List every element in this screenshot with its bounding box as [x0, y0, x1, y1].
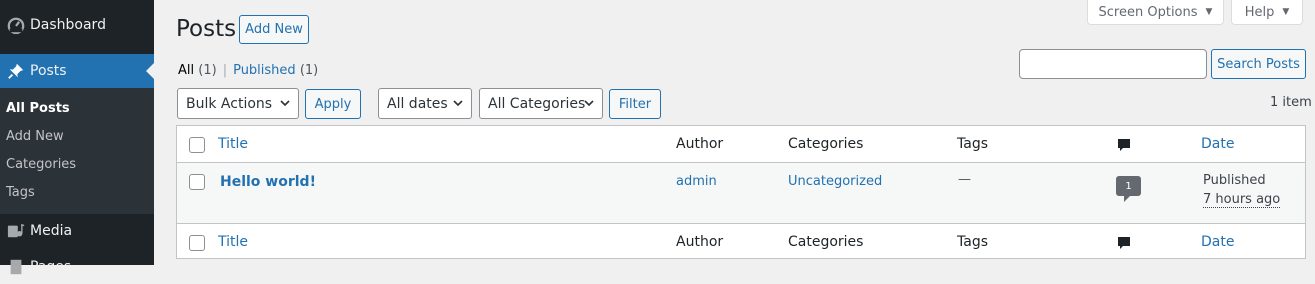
- post-status: Published: [1203, 173, 1266, 188]
- post-status-filter: All (1) | Published (1): [178, 63, 318, 78]
- column-header-author: Author: [676, 136, 724, 152]
- item-count: 1 item: [1270, 95, 1312, 110]
- sidebar-item-label: Dashboard: [30, 17, 106, 33]
- bulk-actions-select[interactable]: Bulk Actions: [177, 88, 299, 119]
- search-input[interactable]: [1019, 49, 1207, 79]
- caret-down-icon: ▼: [1205, 7, 1213, 17]
- page-title: Posts: [176, 16, 237, 42]
- table-footer-row: Title Author Categories Tags Date: [177, 223, 1305, 259]
- admin-sidebar: Dashboard Posts All Posts Add New Catego…: [0, 0, 154, 275]
- column-header-author: Author: [676, 234, 724, 250]
- search-posts-button[interactable]: Search Posts: [1211, 49, 1306, 79]
- sidebar-item-label: Pages: [30, 259, 72, 275]
- column-header-title[interactable]: Title: [218, 136, 248, 152]
- comment-count-bubble[interactable]: 1: [1116, 176, 1141, 202]
- dates-filter-value: All dates: [387, 95, 448, 112]
- post-date: 7 hours ago: [1203, 192, 1281, 208]
- dates-filter-select[interactable]: All dates: [378, 88, 472, 119]
- view-published-count: (1): [299, 63, 319, 78]
- screen-options-label: Screen Options: [1098, 4, 1198, 20]
- post-author-link[interactable]: admin: [676, 174, 717, 189]
- media-icon: [6, 221, 26, 241]
- submenu-item-all-posts[interactable]: All Posts: [6, 101, 70, 116]
- sidebar-item-pages[interactable]: Pages: [0, 250, 154, 284]
- column-header-categories: Categories: [788, 136, 864, 152]
- submenu-item-categories[interactable]: Categories: [6, 157, 76, 172]
- bulk-actions-value: Bulk Actions: [186, 95, 273, 112]
- view-all-link[interactable]: All: [178, 63, 194, 78]
- column-header-categories: Categories: [788, 234, 864, 250]
- post-tags: —: [958, 172, 971, 187]
- add-new-button[interactable]: Add New: [239, 15, 309, 44]
- filter-button[interactable]: Filter: [609, 89, 661, 119]
- view-all-count: (1): [198, 63, 217, 78]
- help-button[interactable]: Help ▼: [1231, 0, 1303, 25]
- caret-down-icon: ▼: [1282, 7, 1290, 17]
- dashboard-icon: [6, 15, 26, 35]
- submenu-item-tags[interactable]: Tags: [6, 185, 35, 200]
- submenu-item-add-new[interactable]: Add New: [6, 129, 64, 144]
- help-label: Help: [1244, 4, 1275, 20]
- view-separator: |: [222, 63, 228, 78]
- table-row: Hello world! admin Uncategorized — 1 Pub…: [177, 163, 1305, 223]
- posts-submenu: All Posts Add New Categories Tags: [0, 88, 154, 214]
- pushpin-icon: [6, 61, 26, 81]
- sidebar-item-dashboard[interactable]: Dashboard: [0, 8, 154, 42]
- post-title-link[interactable]: Hello world!: [220, 174, 316, 190]
- sidebar-item-label: Media: [30, 223, 73, 239]
- sidebar-item-media[interactable]: Media: [0, 214, 154, 248]
- select-all-checkbox[interactable]: [189, 137, 205, 153]
- posts-table: Title Author Categories Tags Date Hello …: [176, 125, 1306, 259]
- view-published-link[interactable]: Published: [233, 63, 296, 78]
- row-checkbox[interactable]: [189, 174, 205, 190]
- pages-icon: [6, 257, 26, 277]
- comments-icon[interactable]: [1117, 138, 1131, 156]
- sidebar-item-posts[interactable]: Posts: [0, 54, 154, 88]
- category-filter-select[interactable]: All Categories: [479, 88, 603, 119]
- chevron-down-icon: [453, 100, 463, 107]
- column-header-title[interactable]: Title: [218, 234, 248, 250]
- category-filter-value: All Categories: [488, 95, 586, 112]
- chevron-down-icon: [584, 100, 594, 107]
- screen-options-button[interactable]: Screen Options ▼: [1087, 0, 1224, 25]
- apply-button[interactable]: Apply: [305, 89, 361, 119]
- table-header-row: Title Author Categories Tags Date: [177, 126, 1305, 163]
- chevron-down-icon: [280, 100, 290, 107]
- sidebar-item-label: Posts: [30, 63, 67, 79]
- column-header-tags: Tags: [957, 234, 988, 250]
- column-header-tags: Tags: [957, 136, 988, 152]
- column-header-date[interactable]: Date: [1201, 136, 1234, 152]
- select-all-checkbox[interactable]: [189, 235, 205, 251]
- post-category-link[interactable]: Uncategorized: [788, 174, 882, 189]
- comments-icon[interactable]: [1117, 236, 1131, 254]
- column-header-date[interactable]: Date: [1201, 234, 1234, 250]
